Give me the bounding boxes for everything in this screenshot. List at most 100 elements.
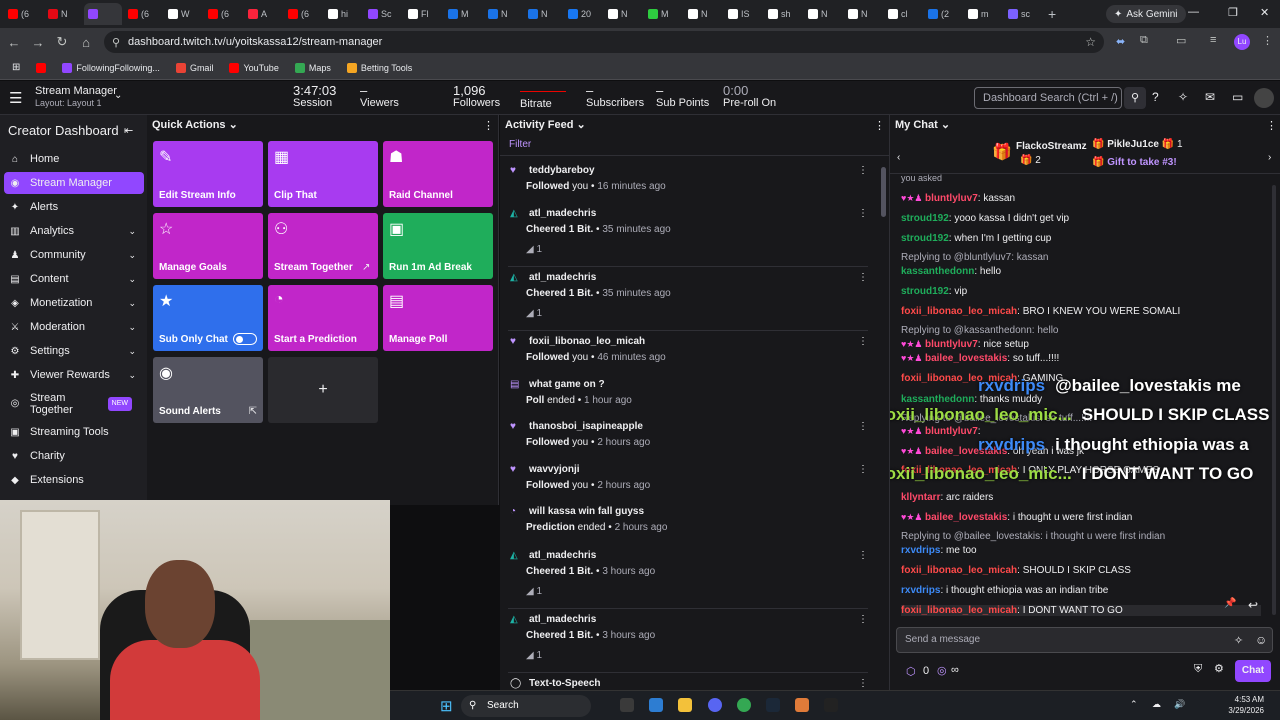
inbox-icon[interactable]: ✉: [1205, 90, 1215, 104]
nav-item-moderation[interactable]: ⚔ Moderation ⌄: [4, 316, 144, 338]
quick-actions-header[interactable]: Quick Actions ⌄: [152, 115, 238, 135]
nav-item-extensions[interactable]: ◆ Extensions: [4, 469, 144, 491]
apps-grid-icon[interactable]: ⊞: [12, 62, 20, 73]
help-icon[interactable]: ?: [1152, 90, 1159, 104]
quick-action-sub-only-chat[interactable]: ★ Sub Only Chat: [153, 285, 263, 351]
chat-username[interactable]: stroud192: [901, 233, 949, 244]
browser-tab[interactable]: Sc: [364, 3, 402, 25]
nav-item-home[interactable]: ⌂ Home: [4, 148, 144, 170]
browser-tab[interactable]: N: [604, 3, 642, 25]
nav-item-community[interactable]: ♟ Community ⌄: [4, 244, 144, 266]
sub-only-toggle[interactable]: [233, 333, 257, 345]
browser-tab[interactable]: 20: [564, 3, 602, 25]
chat-message[interactable]: foxii_libonao_leo_micah: I DONT WANT TO …: [901, 605, 1261, 616]
chat-username[interactable]: bluntlyluv7: [925, 426, 978, 437]
bookmark-youtube-short[interactable]: [36, 62, 47, 73]
browser-tab[interactable]: Fl: [404, 3, 442, 25]
my-chat-header[interactable]: My Chat ⌄: [895, 115, 950, 135]
add-quick-action-tile[interactable]: +: [268, 357, 378, 423]
reading-list-icon[interactable]: ≡: [1210, 34, 1216, 46]
nav-item-stream-manager[interactable]: ◉ Stream Manager: [4, 172, 144, 194]
pin-icon[interactable]: 📌: [1224, 598, 1236, 609]
reply-icon[interactable]: ↩: [1248, 598, 1258, 612]
chat-username[interactable]: rxvdrips: [901, 545, 940, 556]
chat-username[interactable]: bluntlyluv7: [925, 339, 978, 350]
user-avatar[interactable]: [1254, 88, 1274, 108]
browser-tab[interactable]: N: [684, 3, 722, 25]
chevron-down-icon[interactable]: ⌄: [114, 90, 122, 101]
maximize-icon[interactable]: ❐: [1228, 6, 1238, 19]
item-more-icon[interactable]: ⋮: [858, 464, 868, 475]
chat-message[interactable]: rxvdrips: me too: [901, 545, 977, 556]
store-icon[interactable]: [649, 698, 663, 712]
taskbar-search[interactable]: ⚲ Search: [461, 695, 591, 717]
obs-icon[interactable]: [824, 698, 838, 712]
forward-icon[interactable]: →: [26, 35, 50, 50]
chat-username[interactable]: foxii_libonao_leo_micah: [901, 565, 1017, 576]
emote-picker-icon[interactable]: ☺: [1255, 633, 1267, 647]
chat-message[interactable]: ♥★♟ bluntlyluv7:: [901, 426, 981, 437]
chat-username[interactable]: bluntlyluv7: [925, 193, 978, 204]
file-explorer-icon[interactable]: [678, 698, 692, 712]
browser-tab[interactable]: M: [644, 3, 682, 25]
profile-avatar[interactable]: Lu: [1234, 34, 1250, 50]
quick-action-sound-alerts[interactable]: ◉ Sound Alerts ⇱: [153, 357, 263, 423]
browser-tab[interactable]: A: [244, 3, 282, 25]
chat-username[interactable]: rxvdrips: [901, 585, 940, 596]
system-clock[interactable]: 4:53 AM 3/29/2026: [1212, 694, 1264, 716]
collapse-nav-icon[interactable]: ⇤: [124, 124, 133, 137]
chevron-right-icon[interactable]: ›: [1268, 152, 1271, 163]
nav-item-monetization[interactable]: ◈ Monetization ⌄: [4, 292, 144, 314]
speaker-icon[interactable]: 🔊: [1174, 699, 1185, 710]
extensions-puzzle-icon[interactable]: ⧉: [1140, 34, 1148, 47]
browser-tab[interactable]: N: [804, 3, 842, 25]
activity-feed-header[interactable]: Activity Feed ⌄: [505, 115, 586, 135]
menu-kebab-icon[interactable]: ⋮: [1262, 34, 1273, 47]
chat-username[interactable]: foxii_libonao_leo_micah: [901, 605, 1017, 616]
popout-icon[interactable]: ⇱: [249, 406, 257, 417]
search-button[interactable]: ⚲: [1124, 87, 1146, 109]
chat-username[interactable]: stroud192: [901, 286, 949, 297]
browser-tab[interactable]: (2: [924, 3, 962, 25]
windows-start-icon[interactable]: ⊞: [440, 697, 453, 715]
nav-item-viewer-rewards[interactable]: ✚ Viewer Rewards ⌄: [4, 364, 144, 386]
browser-tab[interactable]: W: [164, 3, 202, 25]
gift-cta-link[interactable]: 🎁 Gift to take #3!: [1092, 157, 1177, 168]
item-more-icon[interactable]: ⋮: [858, 208, 868, 219]
quick-action-edit-stream-info[interactable]: ✎ Edit Stream Info: [153, 141, 263, 207]
minimize-icon[interactable]: —: [1188, 6, 1199, 18]
channel-points-icon[interactable]: ⬡: [906, 665, 916, 678]
browser-tab[interactable]: cl: [884, 3, 922, 25]
extension-icon[interactable]: ⬌: [1116, 35, 1125, 48]
address-bar[interactable]: ⚲ dashboard.twitch.tv/u/yoitskassa12/str…: [104, 31, 1104, 53]
chat-more-icon[interactable]: ⋮: [1266, 119, 1277, 132]
feed-scrollbar[interactable]: [881, 167, 886, 217]
chat-message[interactable]: ♥★♟ bluntlyluv7: kassan: [901, 193, 1015, 204]
browser-tab[interactable]: (6: [284, 3, 322, 25]
quick-action-start-a-prediction[interactable]: ◔ Start a Prediction: [268, 285, 378, 351]
chat-username[interactable]: kassanthedonn: [901, 394, 974, 405]
chat-username[interactable]: kllyntarr: [901, 492, 940, 503]
bookmark-maps[interactable]: Maps: [294, 62, 331, 73]
nav-item-stream-together[interactable]: ◎ Stream Together NEW: [4, 390, 144, 418]
chat-username[interactable]: foxii_libonao_leo_micah: [901, 306, 1017, 317]
browser-tab[interactable]: [84, 3, 122, 25]
chat-message[interactable]: rxvdrips: i thought ethiopia was an indi…: [901, 585, 1108, 596]
nav-item-content[interactable]: ▤ Content ⌄: [4, 268, 144, 290]
tray-chevron-icon[interactable]: ⌃: [1130, 699, 1138, 710]
chat-message[interactable]: kassanthedonn: hello: [901, 266, 1001, 277]
reload-icon[interactable]: ↻: [50, 34, 74, 50]
quick-action-raid-channel[interactable]: ☗ Raid Channel: [383, 141, 493, 207]
nav-item-charity[interactable]: ♥ Charity: [4, 445, 144, 467]
hamburger-menu-icon[interactable]: ☰: [9, 89, 22, 107]
browser-tab[interactable]: N: [44, 3, 82, 25]
browser-tab[interactable]: (6: [4, 3, 42, 25]
browser-tab[interactable]: sc: [1004, 3, 1042, 25]
gifter-name[interactable]: FlackoStreamz: [1016, 141, 1087, 152]
chat-message[interactable]: kllyntarr: arc raiders: [901, 492, 993, 503]
chat-message[interactable]: ♥★♟ bailee_lovestakis: so tuff...!!!!: [901, 353, 1059, 364]
browser-tab[interactable]: N: [484, 3, 522, 25]
task-view-icon[interactable]: [620, 698, 634, 712]
browser-tab[interactable]: N: [844, 3, 882, 25]
discord-icon[interactable]: [708, 698, 722, 712]
